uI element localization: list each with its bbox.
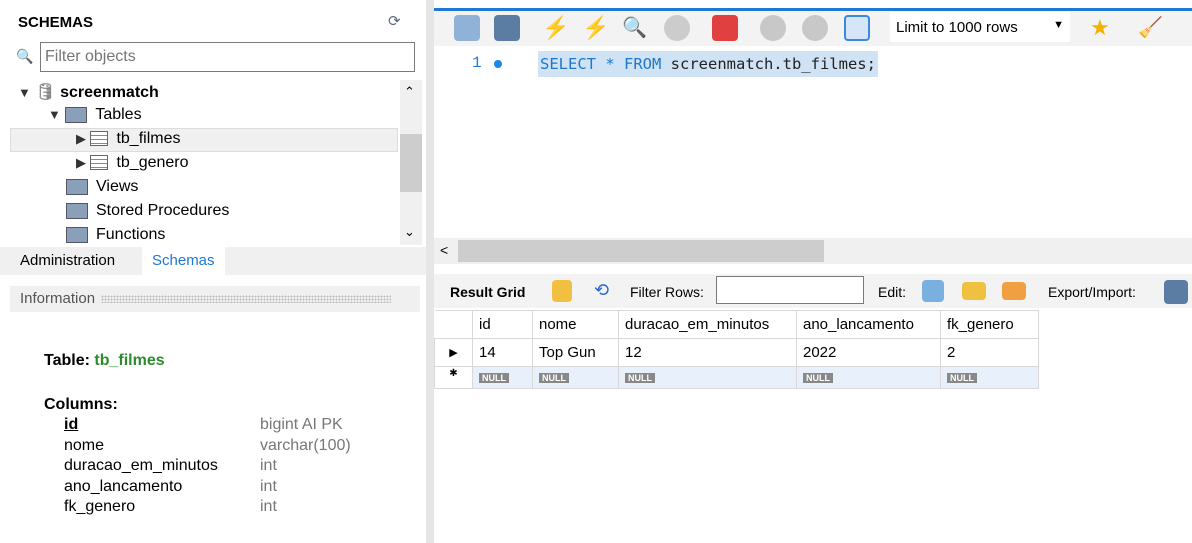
chevron-left-icon[interactable]: < [440, 242, 448, 258]
null-cell[interactable]: NULL [618, 366, 797, 389]
column-name: id [64, 416, 79, 433]
column-name: nome [64, 436, 105, 454]
result-grid[interactable]: id nome duracao_em_minutos ano_lancamento fk… [434, 310, 1039, 389]
grid-cell[interactable]: 12 [618, 338, 797, 367]
tree-views[interactable]: Views [66, 178, 138, 196]
column-toggle-icon[interactable] [552, 280, 572, 302]
info-columns-label: Columns: [44, 396, 118, 413]
add-snippet-icon[interactable]: ★ [1090, 15, 1116, 41]
statement-marker [494, 60, 502, 68]
null-badge: NULL [539, 373, 569, 383]
refresh-icon[interactable]: ⟲ [594, 280, 609, 301]
info-table: Table: tb_filmes [44, 352, 165, 369]
autocommit-icon[interactable] [844, 15, 870, 41]
chevron-down-icon[interactable]: ⌄ [404, 224, 415, 240]
grid-header-row: id nome duracao_em_minutos ano_lancamento fk… [434, 310, 1039, 339]
column-header[interactable]: duracao_em_minutos [618, 310, 797, 339]
column-type: bigint AI PK [260, 416, 343, 433]
column-type: int [260, 477, 277, 495]
column-header[interactable]: id [472, 310, 533, 339]
tab-schemas[interactable]: Schemas [142, 247, 225, 275]
grid-cell[interactable]: 2022 [796, 338, 941, 367]
grid-cell[interactable]: Top Gun [532, 338, 619, 367]
grid-cell[interactable]: 2 [940, 338, 1039, 367]
expand-icon[interactable]: ▼ [48, 107, 61, 122]
null-badge: NULL [803, 373, 833, 383]
sql-editor[interactable]: SELECT * FROM screenmatch.tb_filmes; [538, 51, 878, 77]
folder-icon [65, 106, 88, 123]
open-folder-icon[interactable] [454, 15, 480, 41]
column-type: varchar(100) [260, 436, 351, 454]
new-row[interactable]: ✱ NULL NULL NULL NULL NULL [434, 366, 1039, 389]
filter-rows-input[interactable] [716, 276, 864, 304]
toggle-error-icon[interactable] [712, 15, 738, 41]
null-badge: NULL [479, 373, 509, 383]
column-name: duracao_em_minutos [64, 457, 218, 474]
tree-tables[interactable]: ▼ Tables [48, 106, 142, 124]
column-header[interactable]: nome [532, 310, 619, 339]
tree-table-tb-filmes[interactable]: ▶ tb_filmes [76, 130, 180, 148]
null-badge: NULL [625, 373, 655, 383]
row-pointer-icon: ▶ [434, 338, 473, 367]
panel-divider[interactable] [426, 0, 434, 543]
new-row-icon: ✱ [434, 366, 473, 389]
commit-icon[interactable] [760, 15, 786, 41]
edit-cell-icon[interactable] [922, 280, 944, 302]
filter-rows-label: Filter Rows: [630, 284, 704, 300]
dropdown-arrow-icon: ▼ [1053, 19, 1064, 31]
tree-functions[interactable]: Functions [66, 226, 165, 244]
tree-table-tb-genero[interactable]: ▶ tb_genero [76, 154, 189, 172]
explain-icon[interactable]: 🔍 [622, 15, 648, 41]
selection-highlight [10, 128, 398, 152]
column-header[interactable]: fk_genero [940, 310, 1039, 339]
save-icon[interactable] [494, 15, 520, 41]
left-panel: SCHEMAS ⟳ 🔍 ▼ 🛢 screenmatch ▼ Tables ▶ t… [0, 0, 426, 543]
information-header: Information [10, 286, 420, 312]
null-badge: NULL [947, 373, 977, 383]
grid-cell[interactable]: 14 [472, 338, 533, 367]
tree-schema-screenmatch[interactable]: ▼ 🛢 screenmatch [18, 82, 159, 102]
null-cell[interactable]: NULL [472, 366, 533, 389]
database-icon: 🛢 [35, 84, 56, 101]
execute-current-icon[interactable]: ⚡ [582, 15, 609, 41]
expand-icon[interactable]: ▼ [18, 85, 31, 100]
edit-label: Edit: [878, 284, 907, 300]
table-row[interactable]: ▶ 14 Top Gun 12 2022 2 [434, 338, 1039, 367]
column-name: fk_genero [64, 498, 136, 515]
chevron-up-icon[interactable]: ⌃ [404, 84, 415, 100]
stop-icon[interactable] [664, 15, 690, 41]
search-icon: 🔍 [16, 48, 34, 64]
rollback-icon[interactable] [802, 15, 828, 41]
column-type: int [260, 498, 277, 515]
filter-objects-input[interactable] [40, 42, 415, 72]
result-grid-tab[interactable]: Result Grid [450, 284, 525, 300]
folder-icon [66, 226, 88, 243]
null-cell[interactable]: NULL [532, 366, 619, 389]
folder-icon [66, 202, 88, 219]
folder-icon [66, 178, 88, 195]
execute-icon[interactable]: ⚡ [542, 15, 569, 41]
column-type: int [260, 457, 277, 474]
line-number: 1 [472, 54, 482, 72]
tab-administration[interactable]: Administration [10, 247, 125, 275]
hscroll-thumb[interactable] [458, 240, 824, 262]
null-cell[interactable]: NULL [940, 366, 1039, 389]
beautify-icon[interactable]: 🧹 [1138, 15, 1164, 41]
schemas-title: SCHEMAS [18, 14, 94, 31]
export-import-label: Export/Import: [1048, 284, 1136, 300]
refresh-icon[interactable]: ⟳ [388, 12, 401, 30]
column-header[interactable]: ano_lancamento [796, 310, 941, 339]
delete-row-icon[interactable] [1002, 282, 1026, 300]
add-row-icon[interactable] [962, 282, 986, 300]
limit-rows-select[interactable]: Limit to 1000 rows ▼ [890, 12, 1070, 42]
export-icon[interactable] [1164, 280, 1188, 304]
query-panel: ⚡ ⚡ 🔍 Limit to 1000 rows ▼ ★ 🧹 1 SELECT *… [434, 0, 1192, 543]
tree-stored-procedures[interactable]: Stored Procedures [66, 202, 229, 220]
scrollbar-thumb[interactable] [400, 134, 422, 192]
table-icon [90, 155, 109, 171]
column-name: ano_lancamento [64, 477, 183, 495]
table-icon [90, 131, 109, 147]
null-cell[interactable]: NULL [796, 366, 941, 389]
